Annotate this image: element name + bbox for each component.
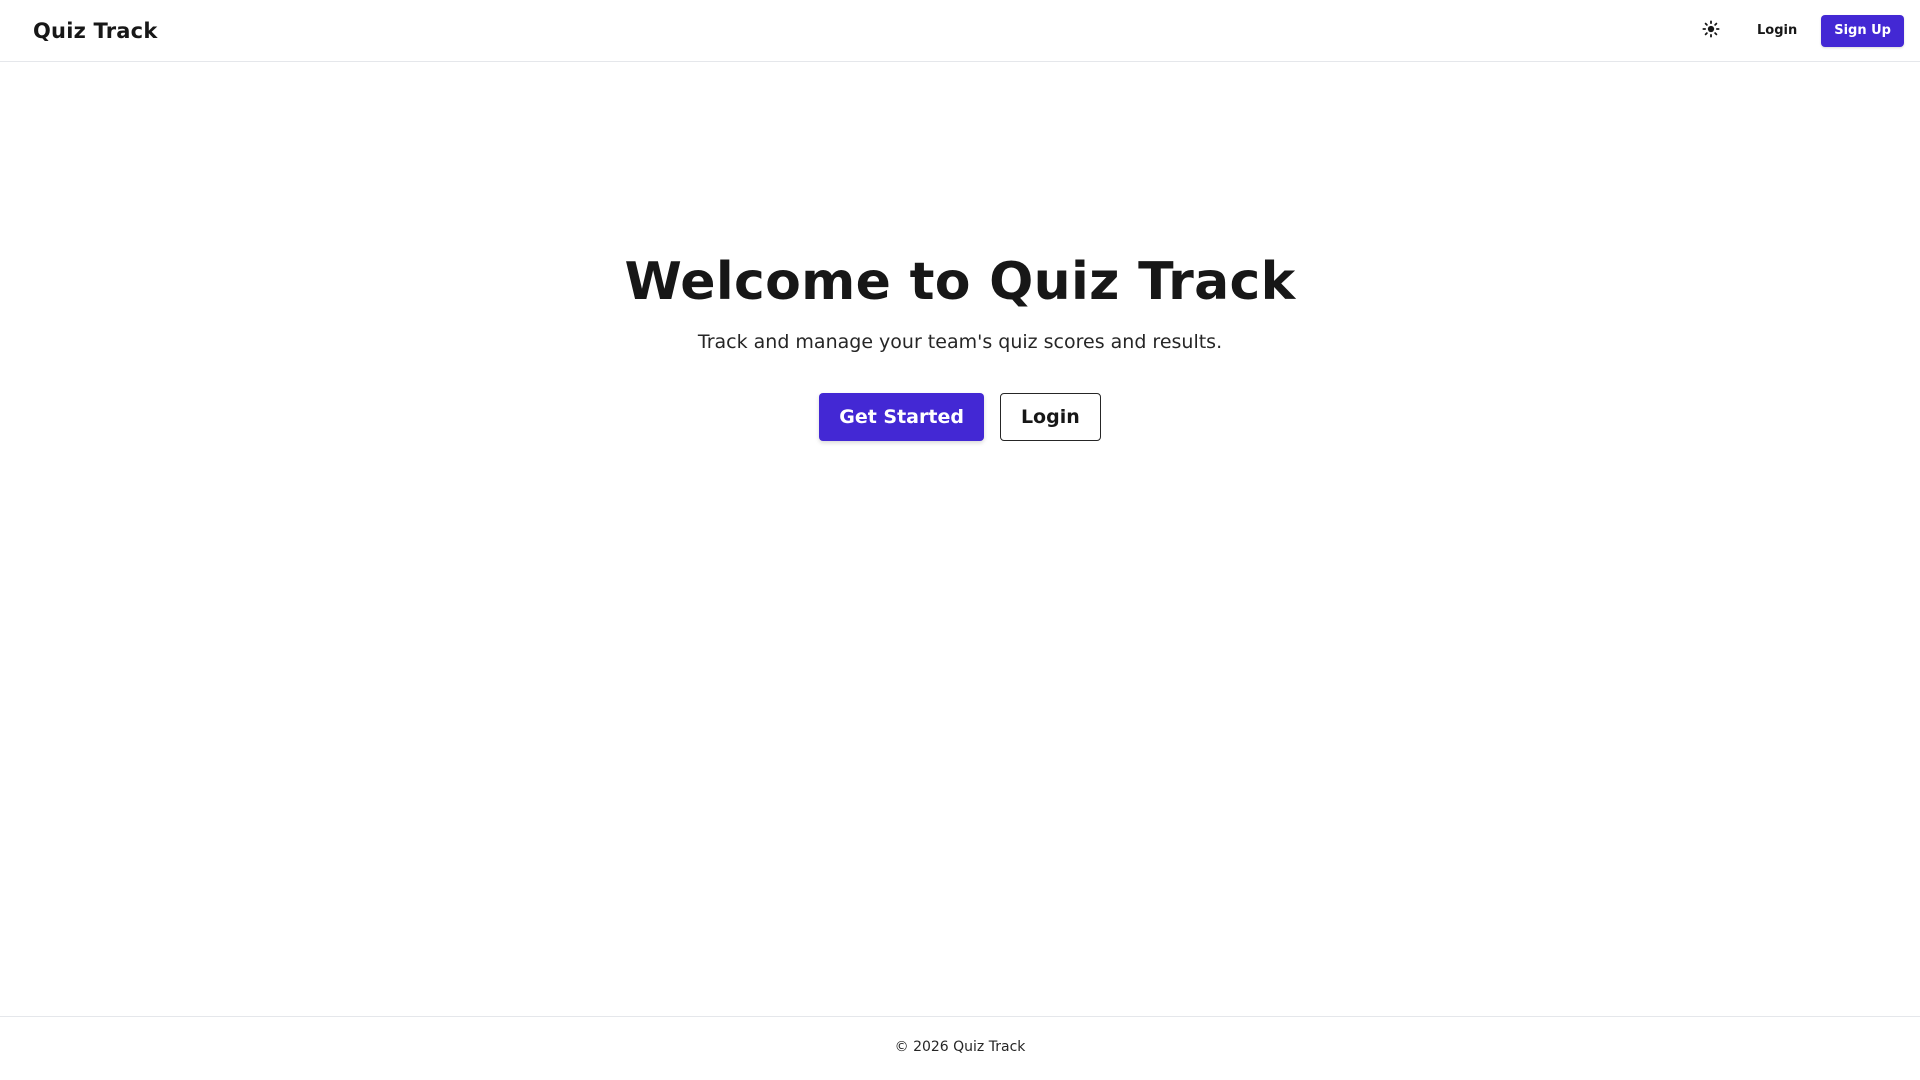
footer-copyright: © 2026 Quiz Track <box>894 1038 1026 1055</box>
page: Quiz Track Login Sign Up Welcome to Quiz… <box>0 0 1920 1080</box>
nav-signup-button[interactable]: Sign Up <box>1821 14 1904 47</box>
top-navbar: Quiz Track Login Sign Up <box>0 0 1920 62</box>
hero-actions: Get Started Login <box>819 392 1101 441</box>
hero-section: Welcome to Quiz Track Track and manage y… <box>0 62 1920 1016</box>
get-started-button[interactable]: Get Started <box>819 392 984 441</box>
hero-title: Welcome to Quiz Track <box>624 252 1296 312</box>
nav-login-button[interactable]: Login <box>1745 15 1809 46</box>
footer: © 2026 Quiz Track <box>0 1016 1920 1080</box>
hero-login-button[interactable]: Login <box>999 392 1101 441</box>
hero-subtitle: Track and manage your team's quiz scores… <box>697 330 1223 353</box>
theme-toggle-button[interactable] <box>1691 11 1731 51</box>
brand-logo-link[interactable]: Quiz Track <box>33 19 158 43</box>
navbar-actions: Login Sign Up <box>1691 11 1904 51</box>
sun-icon <box>1702 20 1720 41</box>
